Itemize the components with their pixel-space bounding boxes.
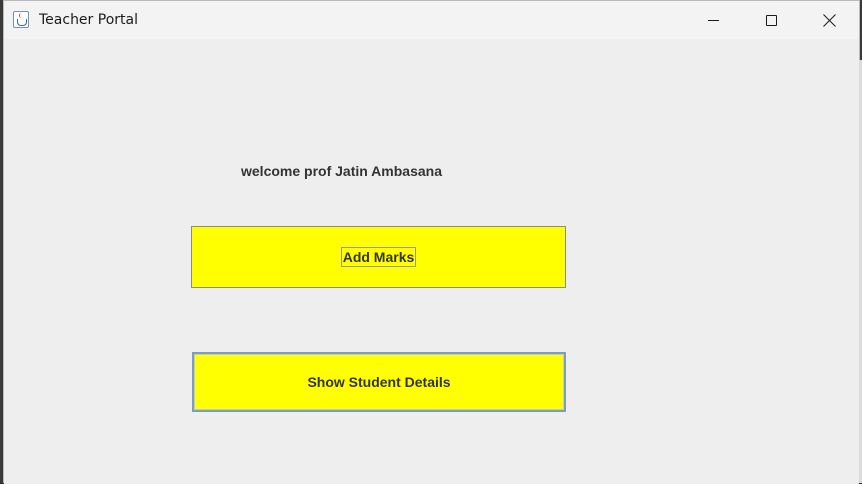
maximize-icon — [765, 14, 777, 26]
close-button[interactable] — [800, 1, 858, 39]
title-bar[interactable]: Teacher Portal — [4, 1, 859, 39]
show-student-details-label: Show Student Details — [307, 374, 451, 390]
close-icon — [823, 14, 836, 27]
add-marks-button[interactable]: Add Marks — [191, 226, 566, 288]
maximize-button[interactable] — [742, 1, 800, 39]
add-marks-label: Add Marks — [340, 247, 417, 267]
content-panel: welcome prof Jatin Ambasana Add Marks Sh… — [4, 39, 859, 484]
window-title: Teacher Portal — [39, 12, 138, 28]
app-window: Teacher Portal welcome prof Jatin Ambasa… — [3, 0, 860, 484]
minimize-icon — [707, 19, 719, 21]
show-student-details-button[interactable]: Show Student Details — [192, 352, 566, 412]
welcome-label: welcome prof Jatin Ambasana — [241, 163, 442, 179]
minimize-button[interactable] — [684, 1, 742, 39]
java-cup-icon — [13, 11, 29, 28]
